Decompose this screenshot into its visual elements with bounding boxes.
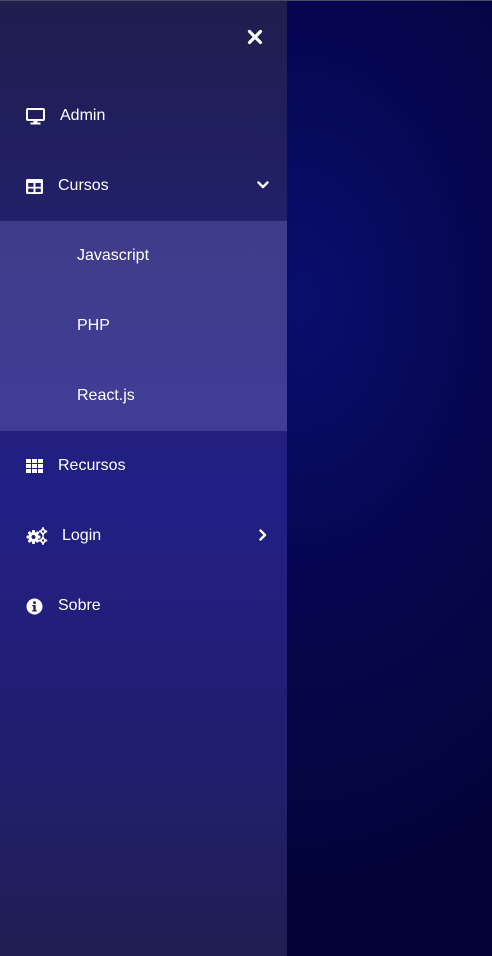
sidebar-item-recursos[interactable]: Recursos (0, 431, 287, 501)
close-icon (247, 29, 263, 45)
chevron-right-icon[interactable] (255, 527, 271, 543)
submenu-item-reactjs[interactable]: React.js (0, 361, 287, 431)
sidebar-menu: Admin Cursos Javascript PHP React.js Rec… (0, 1, 287, 956)
sidebar-item-sobre[interactable]: Sobre (0, 571, 287, 641)
sidebar-item-label: Recursos (58, 457, 126, 474)
close-button[interactable] (240, 22, 270, 52)
sidebar-item-label: Login (62, 527, 102, 544)
submenu-cursos: Javascript PHP React.js (0, 221, 287, 431)
submenu-item-javascript[interactable]: Javascript (0, 221, 287, 291)
page-overlay[interactable] (287, 1, 492, 956)
sidebar-nav: Admin Cursos Javascript PHP React.js Rec… (0, 81, 287, 641)
desktop-icon (26, 106, 46, 126)
sidebar-item-label: Cursos (58, 177, 109, 194)
sidebar-item-login[interactable]: Login (0, 501, 287, 571)
gears-icon (26, 526, 48, 546)
sidebar-item-label: Sobre (58, 597, 101, 614)
info-circle-icon (26, 596, 46, 616)
grid-icon (26, 456, 46, 476)
submenu-item-php[interactable]: PHP (0, 291, 287, 361)
table-icon (26, 176, 46, 196)
chevron-down-icon[interactable] (255, 177, 271, 193)
sidebar-item-label: Admin (60, 107, 106, 124)
sidebar-item-admin[interactable]: Admin (0, 81, 287, 151)
sidebar-item-cursos[interactable]: Cursos (0, 151, 287, 221)
